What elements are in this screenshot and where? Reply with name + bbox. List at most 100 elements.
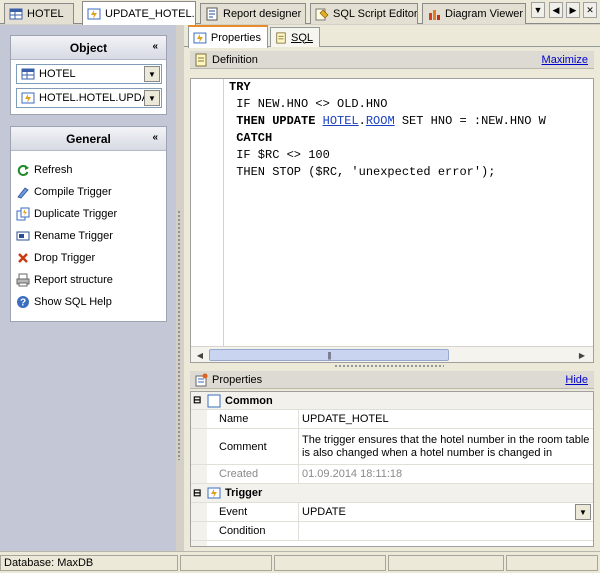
- duplicate-trigger-button[interactable]: Duplicate Trigger: [11, 203, 166, 225]
- show-sql-help-label: Show SQL Help: [34, 296, 112, 308]
- tab-diagram-viewer[interactable]: Diagram Viewer: [422, 3, 526, 24]
- property-row[interactable]: Condition: [191, 522, 593, 541]
- tab-scroll-left-button[interactable]: ◀: [549, 2, 563, 18]
- chevron-down-icon[interactable]: ▼: [575, 504, 591, 520]
- tab-hotel[interactable]: HOTEL: [4, 3, 74, 24]
- compile-trigger-button[interactable]: Compile Trigger: [11, 181, 166, 203]
- sql-icon: [276, 31, 286, 44]
- status-database: Database: MaxDB: [0, 555, 178, 571]
- general-panel-header[interactable]: General «: [11, 127, 166, 151]
- rename-trigger-button[interactable]: Rename Trigger: [11, 225, 166, 247]
- properties-header: Properties Hide: [190, 371, 594, 389]
- report-structure-button[interactable]: Report structure: [11, 269, 166, 291]
- duplicate-icon: [16, 207, 30, 221]
- property-row[interactable]: Created 01.09.2014 18:11:18: [191, 465, 593, 484]
- properties-pane-icon: [195, 373, 208, 386]
- duplicate-trigger-label: Duplicate Trigger: [34, 208, 118, 220]
- vertical-splitter[interactable]: [177, 210, 181, 460]
- show-sql-help-button[interactable]: ? Show SQL Help: [11, 291, 166, 313]
- compile-icon: [16, 185, 30, 199]
- tab-list-dropdown-button[interactable]: ▼: [531, 2, 545, 18]
- definition-icon: [195, 53, 207, 66]
- status-panel: [388, 555, 504, 571]
- collapse-icon[interactable]: ⊟: [193, 395, 205, 406]
- trigger-icon: [207, 487, 221, 499]
- property-name: Comment: [191, 429, 299, 464]
- help-icon: ?: [16, 295, 30, 309]
- chevron-down-icon[interactable]: ▼: [144, 66, 160, 82]
- code-segment: SET HNO = :NEW.HNO W: [394, 114, 546, 128]
- refresh-button[interactable]: Refresh: [11, 159, 166, 181]
- object-panel-header[interactable]: Object «: [11, 36, 166, 60]
- category-title: Common: [225, 394, 273, 407]
- category-common[interactable]: ⊟ Common: [191, 392, 593, 410]
- code-line: TRY: [229, 80, 251, 94]
- property-value[interactable]: The trigger ensures that the hotel numbe…: [299, 429, 593, 464]
- tab-sql[interactable]: SQL: [270, 27, 320, 47]
- chevron-down-icon: ▼: [533, 5, 543, 15]
- table-select[interactable]: HOTEL ▼: [16, 64, 162, 84]
- table-link[interactable]: ROOM: [366, 114, 395, 128]
- trigger-editor: Properties SQL Definition Maximize TRY ​ …: [184, 25, 600, 551]
- code-text[interactable]: TRY ​ IF NEW.HNO <> OLD.HNO THEN UPDATE H…: [229, 79, 593, 181]
- trigger-select[interactable]: HOTEL.HOTEL.UPDAT ▼: [16, 88, 162, 108]
- rename-icon: [16, 229, 30, 243]
- chevron-right-icon: ▶: [569, 4, 577, 15]
- close-tab-button[interactable]: ✕: [583, 2, 597, 18]
- collapse-icon[interactable]: ⊟: [193, 488, 205, 499]
- scroll-right-icon[interactable]: ▶: [575, 348, 589, 362]
- code-line: THEN UPDATE HOTEL.ROOM SET HNO = :NEW.HN…: [229, 113, 593, 130]
- tab-label: SQL: [290, 31, 313, 44]
- tab-update-hotel[interactable]: UPDATE_HOTEL...: [82, 1, 196, 25]
- tab-label: Diagram Viewer: [445, 8, 524, 20]
- property-row[interactable]: Event UPDATE ▼: [191, 503, 593, 522]
- editor-subtabs: Properties SQL: [184, 25, 600, 48]
- property-name: Event: [191, 503, 299, 521]
- hide-link[interactable]: Hide: [565, 374, 588, 386]
- tab-label: Properties: [210, 31, 261, 44]
- tab-label: SQL Script Editor: [333, 8, 418, 20]
- scroll-left-icon[interactable]: ◀: [193, 348, 207, 362]
- tab-scroll-right-button[interactable]: ▶: [566, 2, 580, 18]
- trigger-select-value: HOTEL.HOTEL.UPDAT: [39, 92, 144, 104]
- scrollbar-thumb[interactable]: |||: [209, 349, 449, 361]
- collapse-icon[interactable]: «: [152, 41, 158, 52]
- tab-sql-script-editor[interactable]: SQL Script Editor: [310, 3, 418, 24]
- diagram-icon: [429, 10, 440, 20]
- code-line: ​ IF NEW.HNO <> OLD.HNO: [229, 96, 593, 113]
- property-value[interactable]: [299, 522, 593, 540]
- tab-report-designer[interactable]: Report designer: [200, 3, 306, 24]
- category-trigger[interactable]: ⊟ Trigger: [191, 484, 593, 503]
- table-link[interactable]: HOTEL: [323, 114, 359, 128]
- tab-label: HOTEL: [27, 8, 64, 20]
- horizontal-scrollbar[interactable]: ◀ ||| ▶: [191, 346, 593, 362]
- status-panel: [506, 555, 598, 571]
- properties-icon: [193, 32, 207, 43]
- table-icon: [9, 8, 23, 20]
- object-panel-title: Object: [69, 40, 108, 55]
- horizontal-splitter[interactable]: [334, 364, 444, 368]
- code-line: THEN STOP ($RC, 'unexpected error');: [229, 165, 496, 179]
- sql-editor[interactable]: TRY ​ IF NEW.HNO <> OLD.HNO THEN UPDATE H…: [190, 78, 594, 363]
- script-icon: [315, 8, 329, 21]
- chevron-down-icon[interactable]: ▼: [144, 90, 160, 106]
- collapse-icon[interactable]: «: [152, 132, 158, 143]
- compile-trigger-label: Compile Trigger: [34, 186, 112, 198]
- status-bar: Database: MaxDB: [0, 551, 600, 573]
- property-row[interactable]: Comment The trigger ensures that the hot…: [191, 429, 593, 465]
- code-segment: .: [358, 114, 366, 128]
- trigger-icon: [87, 8, 101, 19]
- editor-gutter: [191, 79, 224, 347]
- tab-label: UPDATE_HOTEL...: [105, 7, 196, 20]
- event-select[interactable]: UPDATE ▼: [299, 503, 593, 521]
- tab-properties[interactable]: Properties: [188, 25, 268, 48]
- definition-header: Definition Maximize: [190, 51, 594, 69]
- maximize-link[interactable]: Maximize: [542, 54, 588, 66]
- property-name: Condition: [191, 522, 299, 540]
- property-row[interactable]: Name UPDATE_HOTEL: [191, 410, 593, 429]
- common-icon: [207, 394, 221, 407]
- property-value[interactable]: UPDATE_HOTEL: [299, 410, 593, 428]
- category-title: Trigger: [225, 487, 263, 499]
- report-structure-label: Report structure: [34, 274, 113, 286]
- drop-trigger-button[interactable]: Drop Trigger: [11, 247, 166, 269]
